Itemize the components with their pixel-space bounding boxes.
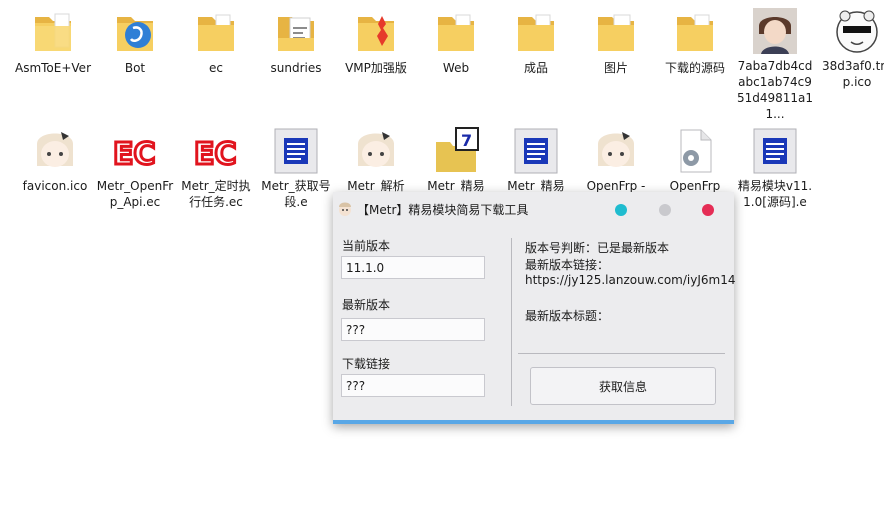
desktop-item-label: Metr_OpenFrp_Api.ec xyxy=(96,179,174,209)
fetch-info-button[interactable]: 获取信息 xyxy=(530,367,716,405)
latest-version-label: 最新版本 xyxy=(342,298,391,312)
desktop-item-jingyi-module-source[interactable]: 精易模块v11.1.0[源码].e xyxy=(736,126,814,210)
close-button[interactable] xyxy=(702,204,714,216)
svg-text:EC: EC xyxy=(113,137,156,172)
folder-icon xyxy=(671,8,719,58)
desktop-item-metr-scheduled-task[interactable]: EC Metr_定时执行任务.ec xyxy=(177,126,255,210)
current-version-input[interactable] xyxy=(341,256,485,279)
desktop-item-label: 精易模块v11.1.0[源码].e xyxy=(737,179,813,209)
desktop-item-label: 成品 xyxy=(523,61,548,75)
desktop-item-38d3af0[interactable]: 38d3af0.tmp.ico xyxy=(818,6,884,90)
e-source-icon xyxy=(512,126,560,176)
ec-file-icon: EC xyxy=(111,126,159,176)
desktop-item-web[interactable]: Web xyxy=(417,8,495,76)
desktop-item-label: ec xyxy=(209,61,223,75)
vertical-divider xyxy=(511,238,512,406)
desktop-item-label: Bot xyxy=(124,61,146,75)
e-source-icon xyxy=(751,126,799,176)
desktop-item-label: Metr_获取号段.e xyxy=(261,179,331,209)
desktop-item-metr-get-number[interactable]: Metr_获取号段.e xyxy=(257,126,335,210)
desktop-item-openfrp-exe[interactable]: OpenFrp xyxy=(656,126,734,194)
desktop-item-label: Web xyxy=(442,61,470,75)
folder-icon xyxy=(192,8,240,58)
image-thumbnail-icon xyxy=(751,6,799,56)
svg-text:7: 7 xyxy=(461,131,472,150)
version-check-text: 版本号判断：已是最新版本 xyxy=(525,241,670,255)
desktop-item-label: VMP加强版 xyxy=(345,61,407,75)
desktop-item-bot[interactable]: Bot xyxy=(96,8,174,76)
window-title: 【Metr】精易模块简易下载工具 xyxy=(357,203,529,217)
anime-avatar-icon xyxy=(352,126,400,176)
desktop-item-asmtoe[interactable]: AsmToE+Ver xyxy=(14,8,92,76)
desktop-item-downloaded-source[interactable]: 下载的源码 xyxy=(656,8,734,76)
desktop-item-7aba[interactable]: 7aba7db4cdabc1ab74c951d49811a11... xyxy=(736,6,814,122)
desktop-item-metr-jingyi-package[interactable]: 7 Metr_精易 xyxy=(417,126,495,194)
desktop-item-favicon[interactable]: favicon.ico xyxy=(16,126,94,194)
folder-icon xyxy=(432,8,480,58)
e-package-icon: 7 xyxy=(432,126,480,176)
latest-link-label: 最新版本链接： xyxy=(525,258,610,272)
gear-file-icon xyxy=(671,126,719,176)
folder-icon xyxy=(592,8,640,58)
desktop-item-metr-parse[interactable]: Metr_解析 xyxy=(337,126,415,194)
maximize-button[interactable] xyxy=(659,204,671,216)
desktop-item-tupian[interactable]: 图片 xyxy=(577,8,655,76)
ec-file-icon: EC xyxy=(192,126,240,176)
minimize-button[interactable] xyxy=(615,204,627,216)
folder-icon xyxy=(111,8,159,58)
desktop-item-label: 38d3af0.tmp.ico xyxy=(822,59,884,89)
download-link-label: 下载链接 xyxy=(342,357,391,371)
desktop-item-openfrp-avatar[interactable]: OpenFrp - xyxy=(577,126,655,194)
desktop-item-label: 图片 xyxy=(603,61,628,75)
svg-text:EC: EC xyxy=(194,137,237,172)
latest-link-url: https://jy125.lanzouw.com/iyJ6m14 xyxy=(525,273,736,287)
app-avatar-icon xyxy=(338,201,352,217)
desktop-item-label: Metr_定时执行任务.ec xyxy=(181,179,251,209)
folder-icon xyxy=(352,8,400,58)
desktop-item-label: sundries xyxy=(270,61,322,75)
folder-icon xyxy=(512,8,560,58)
desktop-item-metr-jingyi-source[interactable]: Metr_精易 xyxy=(497,126,575,194)
e-source-icon xyxy=(272,126,320,176)
folder-icon xyxy=(272,8,320,58)
desktop-item-label: 7aba7db4cdabc1ab74c951d49811a11... xyxy=(736,59,814,121)
desktop-item-sundries[interactable]: sundries xyxy=(257,8,335,76)
anime-avatar-icon xyxy=(31,126,79,176)
folder-icon xyxy=(29,8,77,58)
downloader-window: 【Metr】精易模块简易下载工具 当前版本 最新版本 下载链接 版本号判断：已是… xyxy=(333,192,736,424)
anime-avatar-icon xyxy=(592,126,640,176)
desktop-item-vmp[interactable]: VMP加强版 xyxy=(337,8,415,76)
desktop-item-chengpin[interactable]: 成品 xyxy=(497,8,575,76)
latest-title-label: 最新版本标题： xyxy=(525,309,610,323)
latest-version-input[interactable] xyxy=(341,318,485,341)
desktop-item-label: favicon.ico xyxy=(22,179,88,193)
desktop-item-label: AsmToE+Ver xyxy=(14,61,91,75)
desktop-item-label: 下载的源码 xyxy=(664,61,725,75)
download-link-input[interactable] xyxy=(341,374,485,397)
image-thumbnail-icon xyxy=(833,6,881,56)
current-version-label: 当前版本 xyxy=(342,239,391,253)
desktop-item-metr-openfrp-api[interactable]: EC Metr_OpenFrp_Api.ec xyxy=(96,126,174,210)
title-bar[interactable]: 【Metr】精易模块简易下载工具 xyxy=(333,192,734,226)
horizontal-divider xyxy=(518,353,725,354)
desktop-item-ec[interactable]: ec xyxy=(177,8,255,76)
